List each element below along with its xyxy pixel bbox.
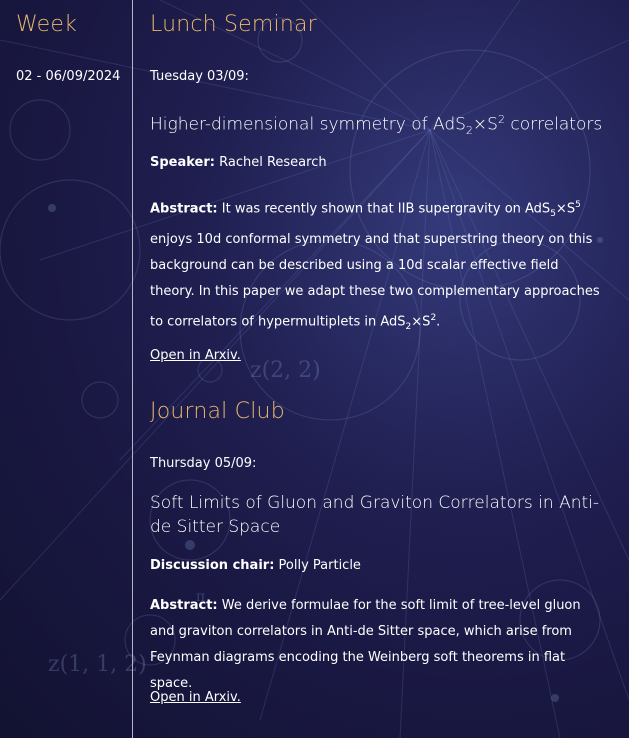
- week-date-range: 02 - 06/09/2024: [16, 69, 121, 84]
- lunch-seminar-abstract: Abstract: It was recently shown that IIB…: [150, 200, 600, 332]
- journal-club-abstract: Abstract: We derive formulae for the sof…: [150, 598, 581, 691]
- journal-club-date: Thursday 05/09:: [150, 456, 257, 471]
- week-sidebar: Week 02 - 06/09/2024: [0, 0, 133, 738]
- week-heading: Week: [16, 12, 78, 37]
- journal-club-talk-title: Soft Limits of Gluon and Graviton Correl…: [150, 493, 600, 537]
- lunch-seminar-arxiv-link[interactable]: Open in Arxiv.: [150, 348, 241, 363]
- journal-club-heading: Journal Club: [150, 399, 285, 424]
- lunch-seminar-date: Tuesday 03/09:: [150, 69, 249, 84]
- lunch-seminar-talk-title: Higher-dimensional symmetry of AdS2×S2 c…: [150, 113, 603, 138]
- bg-math-label-1: z(2, 2): [250, 358, 321, 383]
- lunch-seminar-heading: Lunch Seminar: [150, 12, 317, 37]
- journal-club-discussion-chair: Discussion chair: Polly Particle: [150, 558, 361, 573]
- journal-club-arxiv-link[interactable]: Open in Arxiv.: [150, 690, 241, 705]
- lunch-seminar-speaker: Speaker: Rachel Research: [150, 155, 327, 170]
